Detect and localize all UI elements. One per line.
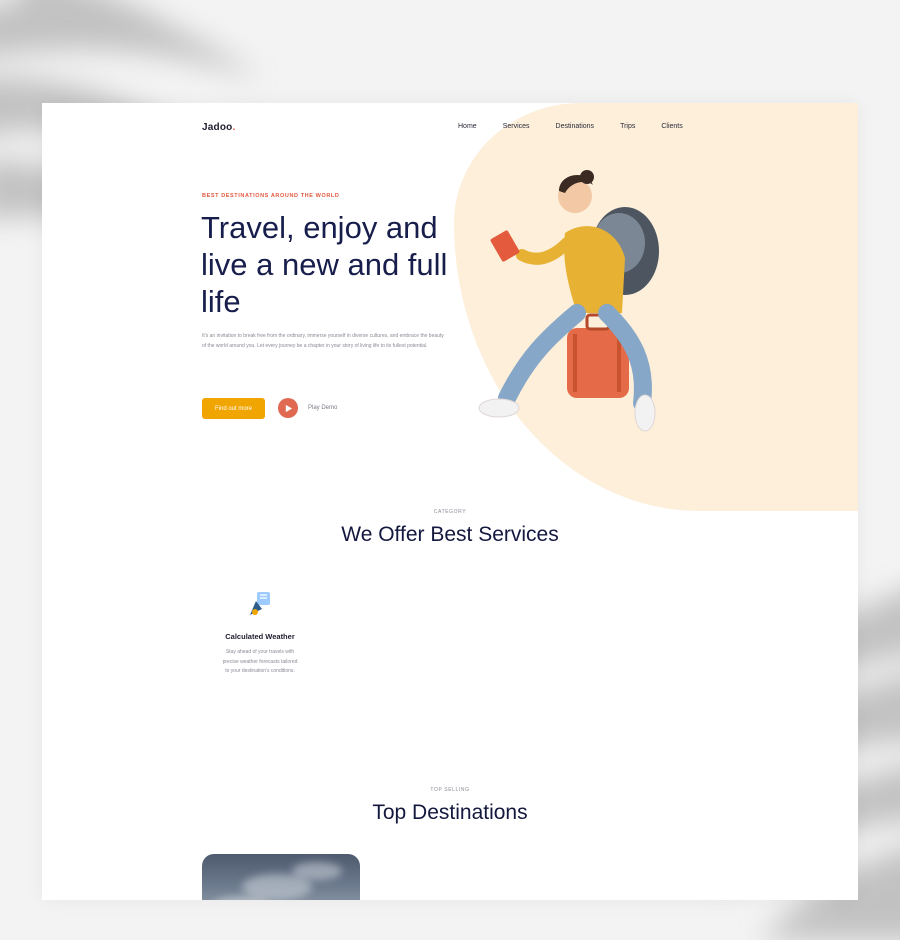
nav-trips[interactable]: Trips <box>620 123 635 130</box>
play-demo[interactable]: Play Demo <box>278 398 337 418</box>
traveler-illustration <box>478 170 659 432</box>
services-eyebrow: CATEGORY <box>433 509 467 515</box>
hero-eyebrow: Best destinations around the world <box>202 193 340 199</box>
nav-home[interactable]: Home <box>458 123 477 130</box>
destinations-title: Top Destinations <box>372 801 528 824</box>
find-out-more-button[interactable]: Find out more <box>202 398 265 419</box>
nav-clients[interactable]: Clients <box>661 123 682 130</box>
brand-logo[interactable]: Jadoo. <box>202 122 235 133</box>
main-nav: Home Services Destinations Trips Clients <box>458 123 709 130</box>
play-icon <box>285 404 292 412</box>
services-title: We Offer Best Services <box>341 523 559 546</box>
nav-destinations[interactable]: Destinations <box>556 123 595 130</box>
destination-card[interactable] <box>202 854 360 900</box>
play-button[interactable] <box>278 398 298 418</box>
play-demo-label: Play Demo <box>308 405 338 411</box>
hero-title: Travel, enjoy and live a new and full li… <box>201 210 448 319</box>
destinations-eyebrow: TOP SELLING <box>430 787 470 793</box>
satellite-dish-icon <box>250 592 270 615</box>
landing-page: Jadoo. Home Services Destinations Trips … <box>42 103 858 900</box>
service-card-weather[interactable]: Calculated Weather Stay ahead of your tr… <box>210 589 310 677</box>
service-description: Stay ahead of your travels with precise … <box>222 649 298 674</box>
nav-services[interactable]: Services <box>503 123 530 130</box>
service-title: Calculated Weather <box>225 632 295 641</box>
hero-description: It's an invitation to break free from th… <box>202 333 444 349</box>
